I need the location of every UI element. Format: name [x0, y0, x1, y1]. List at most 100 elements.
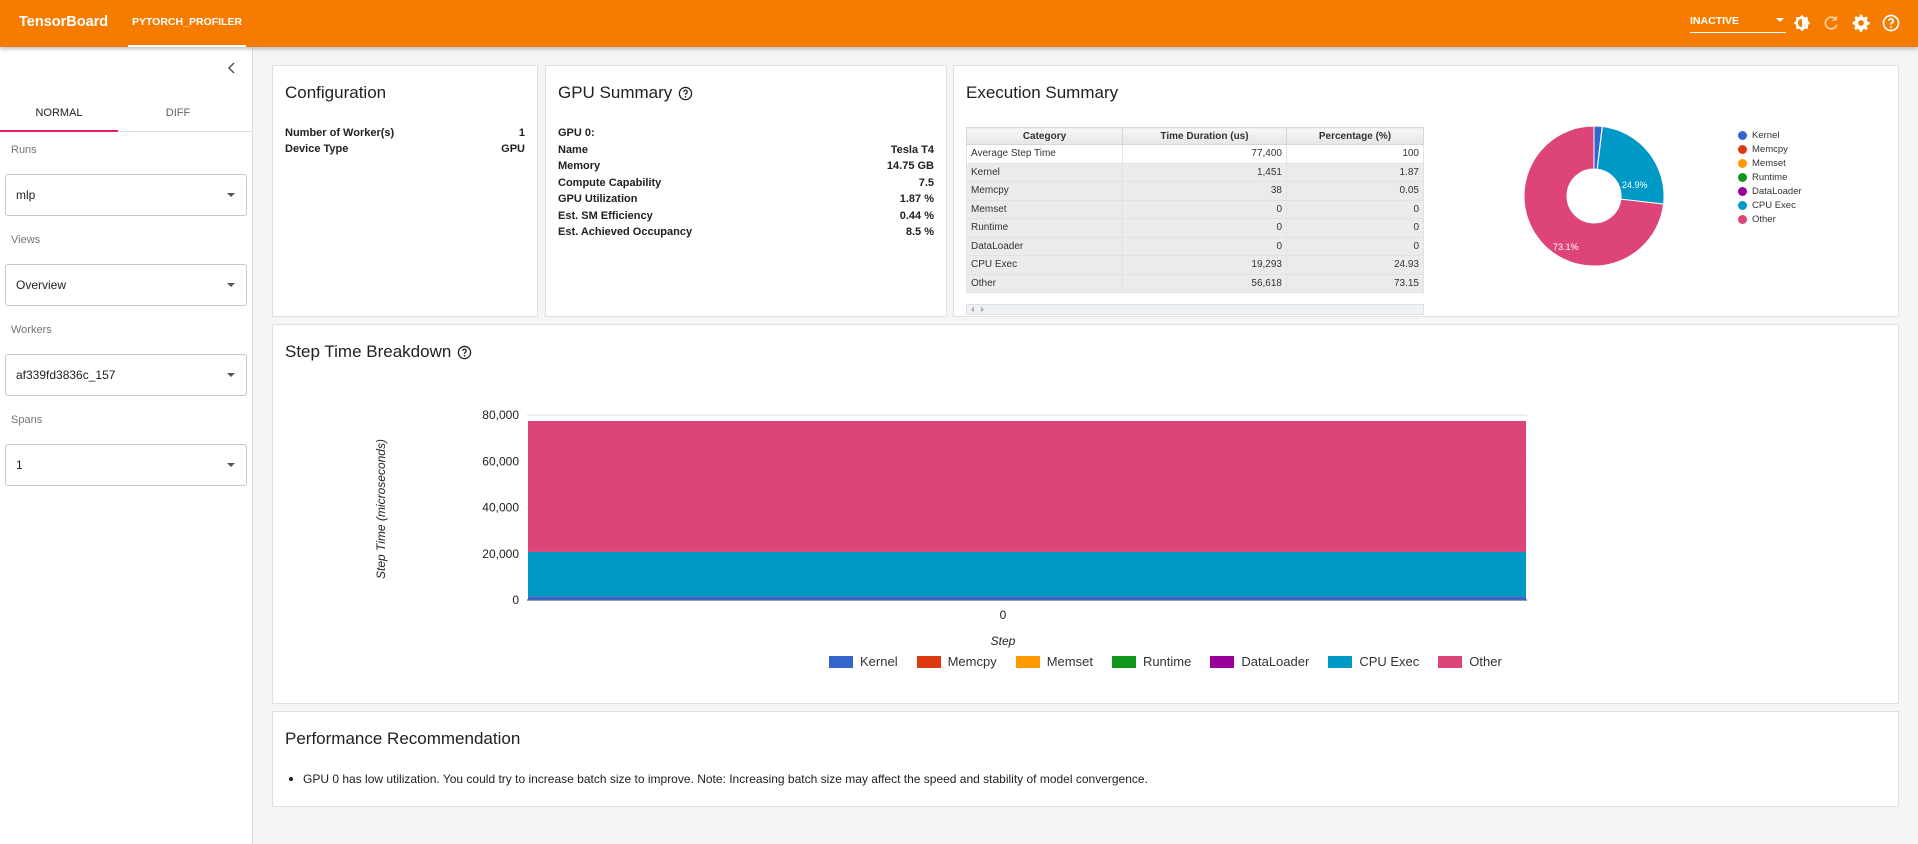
gpu-row: Est. Achieved Occupancy 8.5 % — [558, 226, 934, 242]
help-circle-icon[interactable] — [678, 86, 693, 101]
legend-label: Memset — [1046, 654, 1093, 669]
views-select[interactable]: Overview — [5, 264, 247, 306]
gpu-summary-card: GPU Summary GPU 0: Name Tesla T4 Memory 14… — [545, 65, 947, 317]
tab-pytorch-profiler[interactable]: PYTORCH_PROFILER — [128, 0, 246, 47]
config-row: Number of Worker(s) 1 — [285, 127, 525, 143]
legend-label: Kernel — [1752, 129, 1780, 141]
legend-label: Other — [1469, 654, 1502, 669]
column-header[interactable]: Time Duration (us) — [1122, 127, 1287, 145]
column-header[interactable]: Percentage (%) — [1286, 127, 1424, 145]
gpu-value: 1.87 % — [899, 193, 934, 205]
gpu-key: Memory — [558, 160, 601, 172]
legend-swatch — [1738, 158, 1747, 168]
runs-select[interactable]: mlp — [5, 174, 247, 216]
gpu-key: GPU Utilization — [558, 193, 638, 205]
legend-label: Memcpy — [1752, 143, 1788, 155]
legend-item[interactable]: DataLoader — [1210, 654, 1309, 669]
workers-value: af339fd3836c_157 — [16, 368, 116, 382]
pie-legend: Kernel Memcpy Memset Runtime DataLoader CPU E… — [1738, 128, 1802, 226]
gpu-value: 7.5 — [918, 176, 934, 189]
legend-label: Runtime — [1142, 654, 1192, 669]
area-band-cpu-exec[interactable] — [528, 551, 1526, 597]
legend-label: CPU Exec — [1359, 654, 1420, 669]
table-cell: 1,451 — [1122, 162, 1287, 182]
execution-summary-title: Execution Summary — [966, 83, 1118, 103]
legend-swatch — [829, 655, 853, 668]
recommendation-item: GPU 0 has low utilization. You could try… — [289, 772, 1148, 786]
execution-pie-chart: 24.9% 73.1% — [1523, 125, 1665, 267]
recommendation-title: Performance Recommendation — [285, 729, 520, 749]
recommendation-card: Performance Recommendation GPU 0 has low… — [272, 711, 1899, 807]
legend-label: DataLoader — [1752, 185, 1802, 197]
table-row: Other 56,618 73.15 — [966, 273, 1424, 293]
views-value: Overview — [16, 278, 67, 292]
gpu-key: Est. SM Efficiency — [558, 209, 653, 222]
y-tick-label: 0 — [512, 593, 519, 607]
chevron-down-icon — [227, 193, 235, 197]
legend-item[interactable]: Runtime — [1738, 170, 1802, 184]
tab-diff[interactable]: DIFF — [119, 97, 237, 132]
gpu-row: GPU Utilization 1.87 % — [558, 193, 934, 209]
table-row: DataLoader 0 0 — [966, 236, 1424, 256]
pie-label-other: 73.1% — [1553, 242, 1579, 252]
legend-item[interactable]: Runtime — [1111, 654, 1192, 669]
dark-mode-icon[interactable] — [1792, 13, 1812, 33]
legend-swatch — [1738, 186, 1747, 196]
table-cell: 24.93 — [1286, 255, 1424, 275]
pie-slice-cpu-exec[interactable] — [1596, 125, 1665, 205]
table-horizontal-scrollbar[interactable] — [966, 304, 1424, 315]
legend-swatch — [1015, 655, 1040, 668]
y-tick-label: 20,000 — [482, 547, 519, 561]
legend-item[interactable]: Memset — [1738, 156, 1802, 170]
gpu-value: 8.5 % — [905, 226, 934, 238]
column-header[interactable]: Category — [966, 127, 1123, 145]
runs-value: mlp — [16, 188, 36, 202]
gpu-summary-title: GPU Summary — [558, 83, 693, 103]
refresh-icon[interactable] — [1821, 13, 1841, 33]
legend-label: CPU Exec — [1752, 199, 1796, 211]
legend-item[interactable]: Other — [1738, 212, 1802, 226]
spans-select[interactable]: 1 — [5, 444, 247, 486]
step-time-card: Step Time Breakdown 80,000 60,000 40,000 20… — [272, 324, 1899, 704]
legend-item[interactable]: Kernel — [1738, 128, 1802, 142]
y-tick-label: 80,000 — [482, 408, 519, 422]
top-app-bar: TensorBoard PYTORCH_PROFILER INACTIVE — [0, 0, 1918, 47]
collapse-sidebar-icon[interactable] — [225, 61, 239, 75]
recommendation-title-text: Performance Recommendation — [285, 729, 521, 748]
legend-item[interactable]: Other — [1438, 654, 1502, 669]
area-band-other[interactable] — [528, 421, 1526, 552]
config-value: 1 — [518, 127, 525, 139]
legend-label: Kernel — [860, 654, 898, 669]
step-time-chart: 80,000 60,000 40,000 20,000 0 0 Step Step Ti… — [374, 408, 1527, 648]
table-row: Memcpy 38 0.05 — [966, 181, 1424, 201]
legend-swatch — [1210, 655, 1235, 668]
workers-select[interactable]: af339fd3836c_157 — [5, 354, 247, 396]
tab-normal[interactable]: NORMAL — [0, 97, 118, 132]
settings-icon[interactable] — [1851, 13, 1871, 33]
table-cell: 0.05 — [1286, 181, 1424, 201]
pie-label-cpu-exec: 24.9% — [1622, 180, 1648, 190]
table-cell: 19,293 — [1122, 255, 1287, 275]
reload-status-select[interactable]: INACTIVE — [1690, 13, 1786, 33]
legend-item[interactable]: Memcpy — [1738, 142, 1802, 156]
legend-item[interactable]: DataLoader — [1738, 184, 1802, 198]
legend-label: Memset — [1752, 157, 1786, 169]
area-band-kernel[interactable] — [528, 596, 1526, 600]
execution-summary-table: Category Time Duration (us) Percentage (… — [966, 127, 1424, 293]
help-icon[interactable] — [1881, 13, 1901, 33]
table-row: Kernel 1,451 1.87 — [966, 162, 1424, 182]
table-cell: 0 — [1286, 236, 1424, 256]
chevron-down-icon — [227, 373, 235, 377]
legend-item[interactable]: Memset — [1015, 654, 1093, 669]
legend-item[interactable]: CPU Exec — [1738, 198, 1802, 212]
legend-label: Other — [1752, 213, 1776, 225]
legend-swatch — [1738, 172, 1747, 182]
gpu-row: Est. SM Efficiency 0.44 % — [558, 210, 934, 226]
table-cell: CPU Exec — [966, 255, 1123, 275]
gpu-value: Tesla T4 — [890, 143, 934, 156]
legend-item[interactable]: CPU Exec — [1328, 654, 1419, 669]
legend-item[interactable]: Memcpy — [916, 654, 997, 669]
legend-item[interactable]: Kernel — [829, 654, 898, 669]
table-header-row: Category Time Duration (us) Percentage (… — [966, 127, 1424, 145]
legend-label: Memcpy — [947, 654, 997, 669]
